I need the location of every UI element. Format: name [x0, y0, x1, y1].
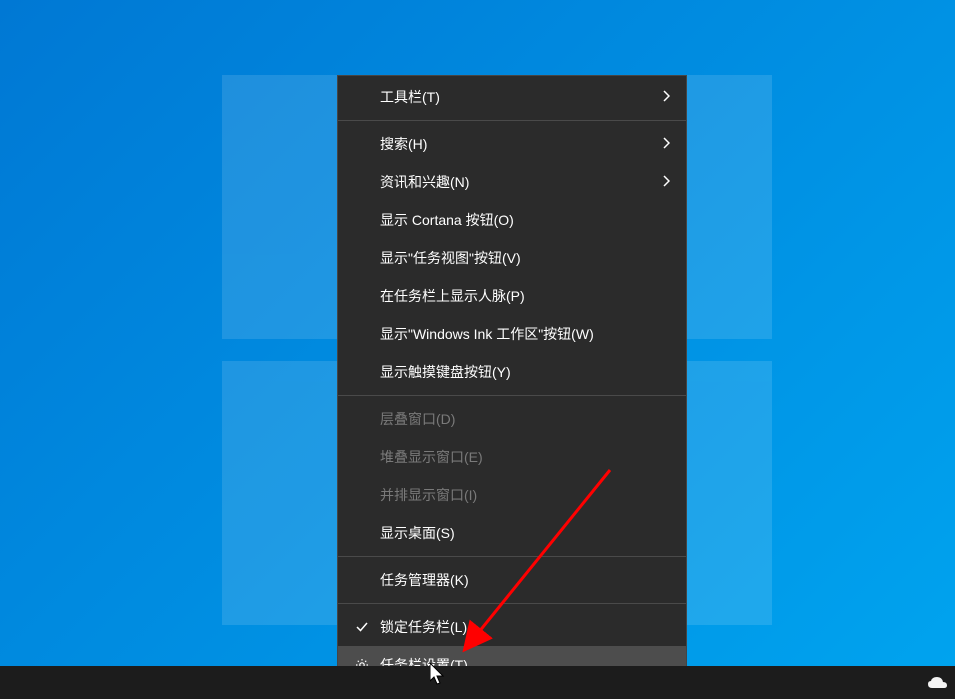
menu-label: 锁定任务栏(L) [380, 617, 670, 637]
menu-label: 显示 Cortana 按钮(O) [380, 210, 670, 230]
menu-item-stack-windows: 堆叠显示窗口(E) [338, 438, 686, 476]
menu-item-show-task-view[interactable]: 显示"任务视图"按钮(V) [338, 239, 686, 277]
menu-item-show-windows-ink[interactable]: 显示"Windows Ink 工作区"按钮(W) [338, 315, 686, 353]
menu-label: 堆叠显示窗口(E) [380, 447, 670, 467]
menu-label: 任务管理器(K) [380, 570, 670, 590]
menu-item-toolbars[interactable]: 工具栏(T) [338, 78, 686, 116]
menu-separator [338, 556, 686, 557]
menu-separator [338, 395, 686, 396]
menu-item-show-touch-keyboard[interactable]: 显示触摸键盘按钮(Y) [338, 353, 686, 391]
menu-label: 工具栏(T) [380, 87, 662, 107]
menu-label: 显示触摸键盘按钮(Y) [380, 362, 670, 382]
menu-label: 并排显示窗口(I) [380, 485, 670, 505]
taskbar[interactable] [0, 666, 955, 699]
menu-item-search[interactable]: 搜索(H) [338, 125, 686, 163]
menu-item-show-people[interactable]: 在任务栏上显示人脉(P) [338, 277, 686, 315]
chevron-right-icon [662, 175, 670, 190]
menu-label: 资讯和兴趣(N) [380, 172, 662, 192]
taskbar-context-menu: 工具栏(T) 搜索(H) 资讯和兴趣(N) 显示 Cortana 按钮(O [337, 75, 687, 687]
menu-item-cascade-windows: 层叠窗口(D) [338, 400, 686, 438]
menu-separator [338, 603, 686, 604]
chevron-right-icon [662, 137, 670, 152]
desktop[interactable]: 工具栏(T) 搜索(H) 资讯和兴趣(N) 显示 Cortana 按钮(O [0, 0, 955, 699]
menu-label: 显示"任务视图"按钮(V) [380, 248, 670, 268]
menu-label: 显示"Windows Ink 工作区"按钮(W) [380, 324, 670, 344]
chevron-right-icon [662, 90, 670, 105]
menu-item-lock-taskbar[interactable]: 锁定任务栏(L) [338, 608, 686, 646]
menu-label: 显示桌面(S) [380, 523, 670, 543]
menu-item-side-by-side: 并排显示窗口(I) [338, 476, 686, 514]
menu-item-task-manager[interactable]: 任务管理器(K) [338, 561, 686, 599]
menu-separator [338, 120, 686, 121]
weather-icon[interactable] [926, 674, 950, 697]
menu-label: 层叠窗口(D) [380, 409, 670, 429]
menu-label: 搜索(H) [380, 134, 662, 154]
menu-item-show-cortana[interactable]: 显示 Cortana 按钮(O) [338, 201, 686, 239]
checkmark-icon [352, 620, 372, 634]
menu-label: 在任务栏上显示人脉(P) [380, 286, 670, 306]
menu-item-show-desktop[interactable]: 显示桌面(S) [338, 514, 686, 552]
menu-item-news-interests[interactable]: 资讯和兴趣(N) [338, 163, 686, 201]
